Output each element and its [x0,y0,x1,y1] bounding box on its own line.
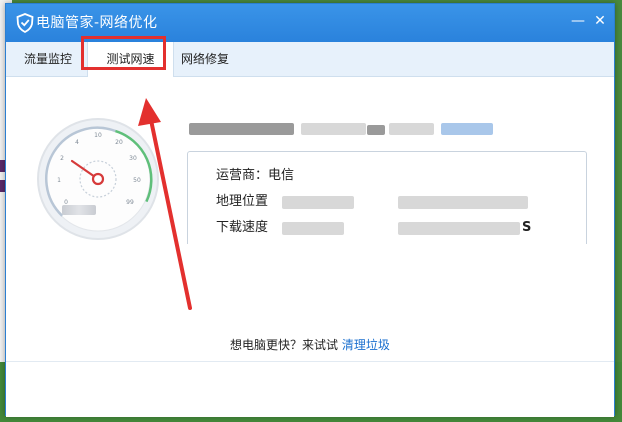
gauge-needle-hub [91,172,105,186]
network-info-box: 运营商：电信 地理位置 下载速度 S [187,151,587,244]
carrier-info: 运营商：电信 [216,168,295,183]
tab-traffic-monitor[interactable]: 流量监控 [12,42,84,76]
footer-prompt: 想电脑更快？来试试 清理垃圾 [230,337,390,353]
minimize-button[interactable]: — [569,12,587,30]
tab-network-repair[interactable]: 网络修复 [176,42,234,76]
gauge-tick-label: 50 [133,177,141,184]
location-label: 地理位置 [216,194,269,209]
gauge-tick-label: 10 [94,132,102,139]
gauge-tick-label: 30 [129,155,137,162]
gauge-tick-label: 99 [126,199,134,206]
gauge-tick-label: 4 [75,139,79,146]
clean-junk-link[interactable]: 清理垃圾 [342,338,390,352]
gauge-tick-label: 1 [57,177,61,184]
gauge-tick-label: 20 [115,139,123,146]
shield-logo-icon [16,13,34,33]
close-button[interactable]: ✕ [591,12,609,30]
gauge-speed-readout [62,205,96,215]
gauge-tick-label: 2 [60,155,64,162]
tab-highlight-box [81,36,166,70]
download-speed-label: 下载速度 [216,220,269,235]
window-title: 电脑管家-网络优化 [36,15,158,31]
download-speed-unit: S [522,220,532,235]
speedometer-gauge: 0 1 2 4 10 20 30 50 99 [37,118,159,240]
speed-test-panel: 0 1 2 4 10 20 30 50 99 运营商：电信 地理位置 下载速度 … [6,77,614,417]
divider [6,361,614,362]
footer-text: 想电脑更快？来试试 [230,338,339,352]
